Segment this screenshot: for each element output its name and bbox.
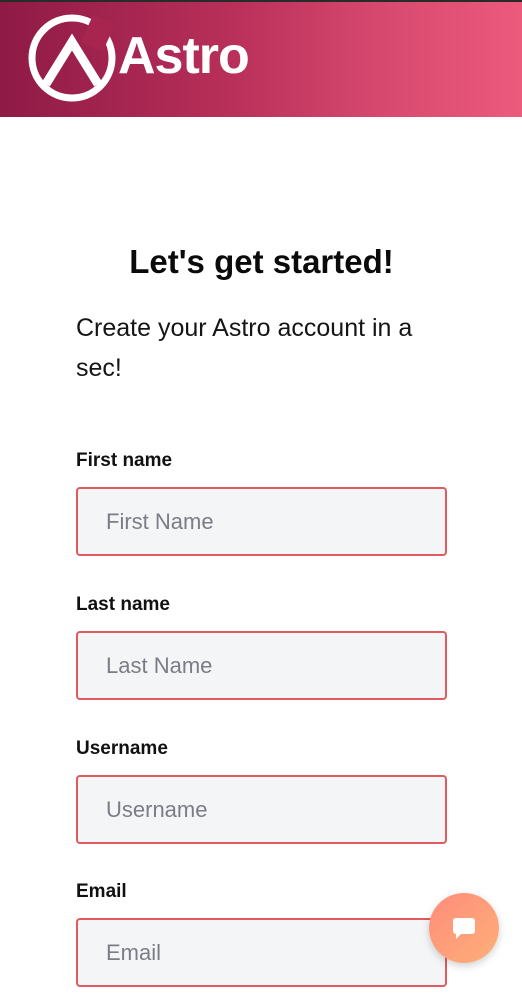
page-subtitle: Create your Astro account in a sec! <box>76 314 413 382</box>
username-input[interactable] <box>76 775 447 844</box>
username-label: Username <box>76 738 168 759</box>
astro-logo-icon[interactable] <box>26 12 118 104</box>
page-title: Let's get started! <box>129 243 394 280</box>
signup-content: Let's get started! Create your Astro acc… <box>76 236 447 388</box>
chat-button[interactable] <box>429 893 499 963</box>
first-name-field-group: First name <box>76 449 447 556</box>
last-name-field-group: Last name <box>76 593 447 700</box>
chat-bubble-icon <box>453 918 475 939</box>
username-field-group: Username <box>76 737 447 844</box>
first-name-input[interactable] <box>76 487 447 556</box>
first-name-label: First name <box>76 450 173 471</box>
email-field-group: Email <box>76 880 447 987</box>
email-input[interactable] <box>76 918 447 987</box>
last-name-label: Last name <box>76 594 170 615</box>
brand-name[interactable]: Astro <box>118 22 250 90</box>
email-label: Email <box>76 881 127 902</box>
app-header: Astro <box>0 2 522 117</box>
last-name-input[interactable] <box>76 631 447 700</box>
